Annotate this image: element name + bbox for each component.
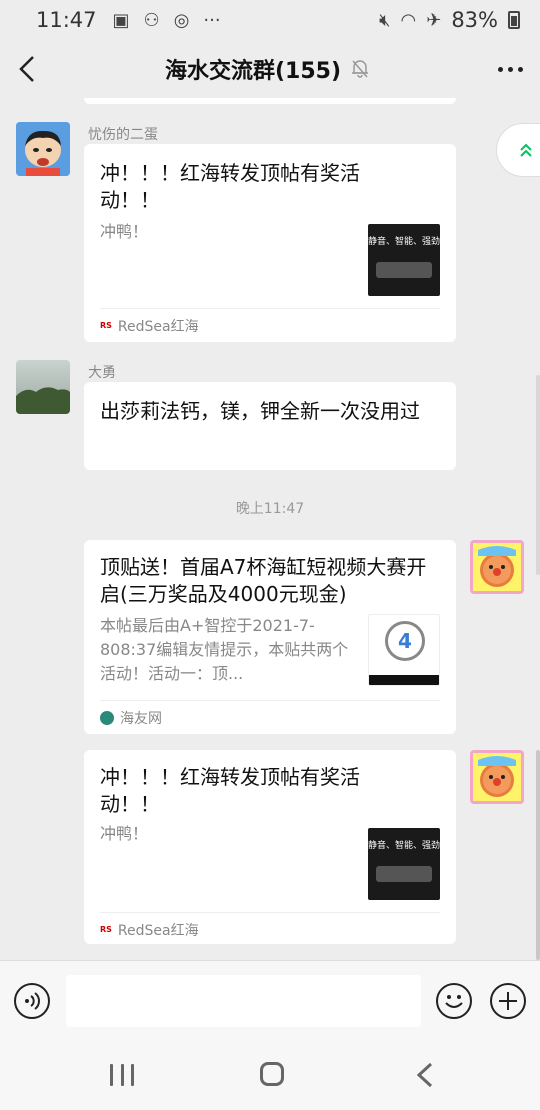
card-thumbnail: 静音、智能、强劲 <box>368 224 440 296</box>
status-bar: 11:47 ▣ ⚇ ◎ ··· 🔇︎ ◠ ✈ 83% <box>0 0 540 40</box>
time-separator: 晚上11:47 <box>235 501 305 517</box>
input-bar <box>0 960 540 1040</box>
card-description: 本帖最后由A+智控于2021-7-808:37编辑友情提示，本贴共两个活动！活动… <box>100 616 349 683</box>
thumbnail-caption: 静音、智能、强劲 <box>368 841 440 851</box>
avatar[interactable] <box>16 360 70 414</box>
source-name: RedSea红海 <box>117 318 199 335</box>
chat-title: 海水交流群(155) <box>164 59 342 84</box>
double-chevron-up-icon <box>520 143 532 157</box>
emoji-button[interactable] <box>436 983 472 1019</box>
link-card-message[interactable]: 顶贴送！首届A7杯海缸短视频大赛开启(三万奖品及4000元现金) 本帖最后由A+… <box>84 540 456 734</box>
more-notifications-icon: ··· <box>203 9 221 31</box>
mute-icon: 🔇︎ <box>379 9 391 31</box>
chevron-left-icon <box>19 56 34 82</box>
card-source: RS RedSea红海 <box>100 308 440 342</box>
system-nav-bar <box>0 1040 540 1110</box>
message-text: 出莎莉法钙，镁，钾全新一次没用过 <box>100 399 420 423</box>
add-attachment-button[interactable] <box>490 983 526 1019</box>
back-button[interactable] <box>0 40 54 98</box>
card-title: 冲！！！红海转发顶帖有奖活动！！ <box>100 161 360 212</box>
sender-name: 大勇 <box>88 365 116 381</box>
gallery-icon: ▣ <box>112 9 130 31</box>
haiyou-logo-icon <box>100 710 114 725</box>
card-thumbnail: 4 <box>368 614 440 686</box>
card-description: 冲鸭！ <box>100 222 149 241</box>
chat-area[interactable]: 忧伤的二蛋 冲！！！红海转发顶帖有奖活动！！ 冲鸭！ 静音、智能、强劲 RS R… <box>0 98 540 960</box>
thumbnail-caption: 静音、智能、强劲 <box>368 237 440 247</box>
redsea-logo-icon: RS <box>100 321 112 330</box>
previous-message-bubble[interactable] <box>84 98 456 104</box>
scrollbar[interactable] <box>536 750 540 960</box>
card-source: 海友网 <box>100 700 440 734</box>
card-title: 冲！！！红海转发顶帖有奖活动！！ <box>100 765 360 816</box>
more-options-button[interactable] <box>480 66 540 72</box>
link-card-message[interactable]: 冲！！！红海转发顶帖有奖活动！！ 冲鸭！ 静音、智能、强劲 RS RedSea红… <box>84 750 456 944</box>
sync-icon: ◎ <box>173 9 190 31</box>
avatar[interactable] <box>470 540 524 594</box>
battery-icon <box>508 11 520 29</box>
avatar[interactable] <box>470 750 524 804</box>
mute-bell-icon <box>352 60 369 78</box>
avatar[interactable] <box>16 122 70 176</box>
card-description: 冲鸭！ <box>100 824 149 843</box>
sender-name: 忧伤的二蛋 <box>88 127 158 143</box>
app-notification-icon: ⚇ <box>143 9 160 31</box>
home-button[interactable] <box>260 1062 284 1086</box>
wifi-icon: ◠ <box>400 9 417 31</box>
text-message[interactable]: 出莎莉法钙，镁，钾全新一次没用过 <box>84 382 456 470</box>
battery-percent: 83% <box>451 8 498 32</box>
chat-header: 海水交流群(155) <box>0 40 540 98</box>
card-thumbnail: 静音、智能、强劲 <box>368 828 440 900</box>
link-card-message[interactable]: 冲！！！红海转发顶帖有奖活动！！ 冲鸭！ 静音、智能、强劲 RS RedSea红… <box>84 144 456 342</box>
voice-icon <box>25 992 40 1010</box>
smiley-icon <box>445 995 463 1008</box>
side-scroll-track[interactable] <box>536 375 540 575</box>
card-source: RS RedSea红海 <box>100 912 440 946</box>
voice-input-button[interactable] <box>14 983 50 1019</box>
redsea-logo-icon: RS <box>100 925 112 934</box>
status-time: 11:47 <box>36 8 97 32</box>
message-input[interactable] <box>66 975 421 1027</box>
source-name: RedSea红海 <box>117 922 199 939</box>
system-back-button[interactable] <box>413 1062 437 1088</box>
source-name: 海友网 <box>120 710 162 727</box>
recent-apps-button[interactable] <box>110 1064 134 1086</box>
airplane-icon: ✈ <box>426 9 442 31</box>
card-title: 顶贴送！首届A7杯海缸短视频大赛开启(三万奖品及4000元现金) <box>100 555 427 606</box>
